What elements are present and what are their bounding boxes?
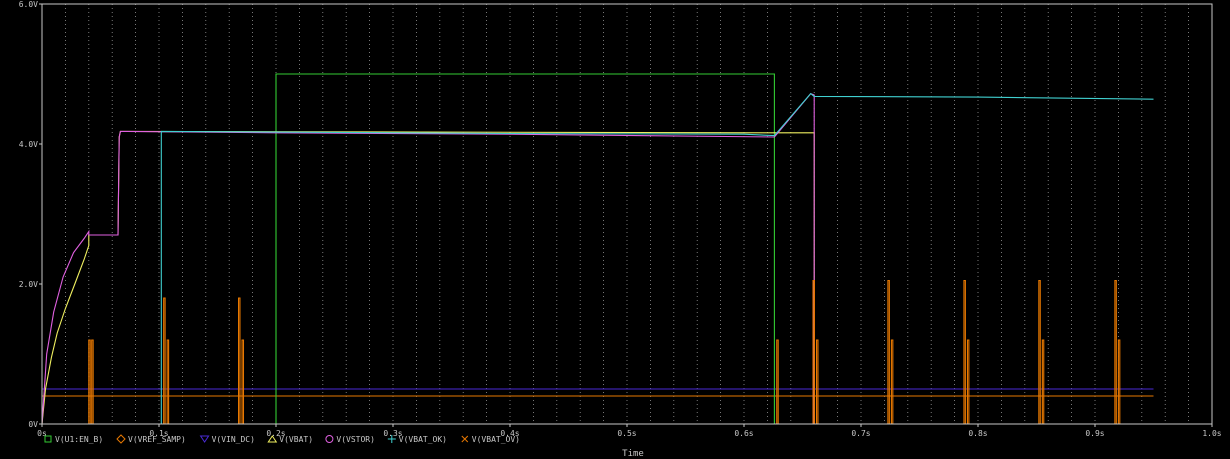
series-layer xyxy=(41,73,1154,425)
sample-pulse xyxy=(1041,339,1045,424)
sample-pulse xyxy=(887,279,890,424)
legend-label: V(VBAT) xyxy=(279,435,313,444)
sample-pulse xyxy=(776,339,779,424)
legend-label: V(VBAT_OV) xyxy=(472,435,520,444)
y-axis-ticks: 0V 2.0V 4.0V 6.0V xyxy=(19,0,42,429)
y-tick-label: 6.0V xyxy=(19,0,38,9)
legend-item: V(U1:EN_B) xyxy=(44,435,103,444)
sample-pulse xyxy=(966,339,970,424)
x-tick-label: 0.6s xyxy=(734,429,753,438)
series-line-v-vstor- xyxy=(41,92,1154,425)
y-tick-label: 2.0V xyxy=(19,280,38,289)
sample-pulse xyxy=(1114,279,1117,424)
legend-label: V(VSTOR) xyxy=(336,435,375,444)
x-tick-label: 1.0s xyxy=(1202,429,1221,438)
sample-pulse xyxy=(241,339,245,424)
sample-pulse xyxy=(88,339,91,424)
legend-label: V(VREF_SAMP) xyxy=(128,435,186,444)
series-line-v-vbat-ok- xyxy=(42,92,1154,425)
waveform-plot: 0V2.0V4.0V6.0V 0s 0.1s 0.2s 0.3s 0.4s 0.5s 0.6… xyxy=(19,0,1222,459)
legend-marker xyxy=(325,435,334,443)
sample-pulse xyxy=(163,297,166,424)
x-tick-label: 0.7s xyxy=(851,429,870,438)
legend: V(U1:EN_B) V(VREF_SAMP) V(VIN_DC) V(VBAT) V(… xyxy=(44,434,520,444)
legend-label: V(VBAT_OK) xyxy=(399,435,447,444)
sample-pulse xyxy=(815,339,819,424)
legend-label: V(VIN_DC) xyxy=(212,435,255,444)
x-tick-label: 0.8s xyxy=(968,429,987,438)
sample-pulse xyxy=(963,279,966,424)
y-tick-label: 0V xyxy=(28,420,38,429)
sample-pulse xyxy=(1038,279,1041,424)
sample-pulse xyxy=(890,339,894,424)
sample-pulse xyxy=(166,339,170,424)
series-line-v-u1-en-b- xyxy=(42,73,1154,425)
grid xyxy=(65,4,1189,424)
sample-pulse xyxy=(238,297,241,424)
sample-pulse xyxy=(1117,339,1121,424)
legend-item: V(VIN_DC) xyxy=(199,435,255,444)
series-line-v-vbat- xyxy=(41,130,1154,425)
x-tick-label: 0.5s xyxy=(617,429,636,438)
legend-marker xyxy=(199,435,210,443)
legend-item: V(VBAT_OV) xyxy=(461,435,520,444)
x-tick-label: 0.9s xyxy=(1085,429,1104,438)
legend-item: V(VSTOR) xyxy=(325,435,375,444)
sample-pulse xyxy=(91,339,94,424)
y-tick-label: 4.0V xyxy=(19,140,38,149)
legend-item: V(VREF_SAMP) xyxy=(116,434,186,444)
legend-marker xyxy=(461,435,469,443)
legend-marker xyxy=(116,434,126,444)
x-tick-label: 0s xyxy=(37,429,47,438)
x-axis-label: Time xyxy=(622,449,644,459)
legend-label: V(U1:EN_B) xyxy=(55,435,103,444)
